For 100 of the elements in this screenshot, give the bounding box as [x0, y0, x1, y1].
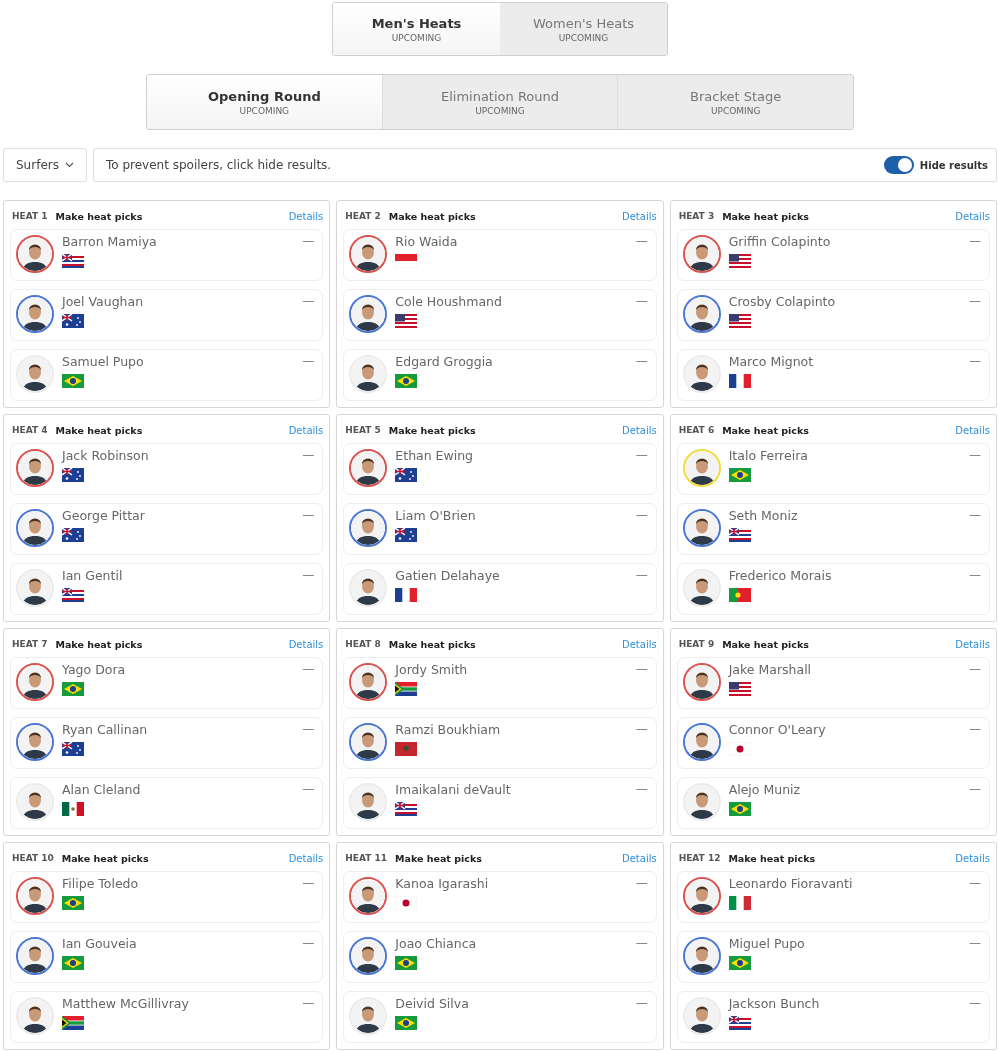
brazil-flag-icon: [728, 802, 751, 816]
details-link[interactable]: Details: [622, 638, 657, 650]
surfer-row[interactable]: Imaikalani deVault —: [343, 777, 657, 829]
surfer-row[interactable]: Italo Ferreira —: [676, 443, 990, 495]
japan-flag-icon: [728, 742, 751, 756]
result-dash: —: [302, 568, 315, 582]
surfer-row[interactable]: Cole Houshmand —: [343, 289, 657, 341]
surfer-row[interactable]: Frederico Morais —: [676, 563, 990, 615]
heat-title: HEAT 8: [345, 639, 381, 649]
surfer-row[interactable]: Deivid Silva —: [343, 991, 657, 1043]
surfer-row[interactable]: Jordy Smith —: [343, 657, 657, 709]
result-dash: —: [635, 508, 648, 522]
surfer-row[interactable]: Joao Chianca —: [343, 931, 657, 983]
surfer-name: Barron Mamiya: [62, 234, 158, 249]
hawaii-flag-icon: [728, 1016, 751, 1030]
surfer-row[interactable]: Barron Mamiya —: [10, 229, 324, 281]
surfer-name: Matthew McGillivray: [62, 996, 190, 1011]
surfer-row[interactable]: Jake Marshall —: [676, 657, 990, 709]
surfer-row[interactable]: Alan Cleland —: [10, 777, 324, 829]
heat-title: HEAT 5: [345, 425, 381, 435]
surfer-row[interactable]: Connor O'Leary —: [676, 717, 990, 769]
result-dash: —: [302, 782, 315, 796]
surfer-name: Frederico Morais: [728, 568, 833, 583]
details-link[interactable]: Details: [288, 424, 324, 436]
surfer-row[interactable]: Crosby Colapinto —: [676, 289, 990, 341]
australia-flag-icon: [62, 314, 84, 328]
surfer-row[interactable]: Jackson Bunch —: [676, 991, 990, 1043]
tab[interactable]: Women's Heats UPCOMING: [500, 3, 667, 55]
details-link[interactable]: Details: [955, 424, 990, 436]
result-dash: —: [969, 294, 981, 308]
surfer-row[interactable]: Kanoa Igarashi —: [343, 871, 657, 923]
surfer-name: Liam O'Brien: [395, 508, 477, 523]
surfer-name: Rio Waida: [395, 234, 459, 249]
details-link[interactable]: Details: [955, 638, 990, 650]
details-link[interactable]: Details: [288, 852, 324, 864]
heat-picks-label: Make heat picks: [55, 424, 143, 436]
heat-picks-label: Make heat picks: [55, 638, 143, 650]
result-dash: —: [969, 508, 981, 522]
hawaii-flag-icon: [728, 528, 751, 542]
surfer-row[interactable]: Alejo Muniz —: [676, 777, 990, 829]
details-link[interactable]: Details: [622, 210, 657, 222]
details-link[interactable]: Details: [955, 210, 990, 222]
toggle-switch[interactable]: [883, 156, 914, 174]
france-flag-icon: [395, 588, 418, 602]
surfer-row[interactable]: George Pittar —: [10, 503, 324, 555]
surfer-row[interactable]: Ryan Callinan —: [10, 717, 324, 769]
surfer-row[interactable]: Jack Robinson —: [10, 443, 324, 495]
result-dash: —: [969, 936, 981, 950]
surfer-row[interactable]: Samuel Pupo —: [10, 349, 324, 401]
surfer-row[interactable]: Matthew McGillivray —: [10, 991, 324, 1043]
surfer-name: Jake Marshall: [728, 662, 813, 677]
surfer-row[interactable]: Seth Moniz —: [676, 503, 990, 555]
surfer-row[interactable]: Liam O'Brien —: [343, 503, 657, 555]
surfer-row[interactable]: Joel Vaughan —: [10, 289, 324, 341]
surfer-name: Imaikalani deVault: [395, 782, 512, 797]
details-link[interactable]: Details: [955, 852, 990, 864]
surfer-row[interactable]: Marco Mignot —: [676, 349, 990, 401]
portugal-flag-icon: [728, 588, 751, 602]
details-link[interactable]: Details: [622, 852, 657, 864]
australia-flag-icon: [62, 528, 84, 542]
surfer-row[interactable]: Edgard Groggia —: [343, 349, 657, 401]
surfer-name: Seth Moniz: [728, 508, 799, 523]
surfer-name: Filipe Toledo: [62, 876, 140, 891]
south-africa-flag-icon: [395, 682, 418, 696]
surfer-row[interactable]: Griffin Colapinto —: [676, 229, 990, 281]
brazil-flag-icon: [395, 1016, 418, 1030]
surfer-row[interactable]: Yago Dora —: [10, 657, 324, 709]
details-link[interactable]: Details: [288, 210, 324, 222]
surfer-row[interactable]: Rio Waida —: [343, 229, 657, 281]
tab[interactable]: Bracket Stage UPCOMING: [617, 75, 853, 129]
surfer-row[interactable]: Ethan Ewing —: [343, 443, 657, 495]
surfer-row[interactable]: Filipe Toledo —: [10, 871, 324, 923]
result-dash: —: [969, 782, 981, 796]
details-link[interactable]: Details: [288, 638, 324, 650]
surfer-row[interactable]: Leonardo Fioravanti —: [676, 871, 990, 923]
brazil-flag-icon: [62, 682, 84, 696]
details-link[interactable]: Details: [622, 424, 657, 436]
usa-flag-icon: [728, 314, 751, 328]
mexico-flag-icon: [62, 802, 84, 816]
surfer-row[interactable]: Ian Gouveia —: [10, 931, 324, 983]
heat-title: HEAT 6: [678, 425, 715, 435]
result-dash: —: [635, 936, 648, 950]
result-dash: —: [969, 662, 981, 676]
surfer-row[interactable]: Miguel Pupo —: [676, 931, 990, 983]
tab[interactable]: Elimination Round UPCOMING: [381, 75, 618, 129]
result-dash: —: [635, 354, 648, 368]
surfer-row[interactable]: Ian Gentil —: [10, 563, 324, 615]
tab[interactable]: Men's Heats UPCOMING: [333, 3, 500, 55]
surfer-row[interactable]: Gatien Delahaye —: [343, 563, 657, 615]
chevron-down-icon: [64, 162, 74, 168]
surfers-dropdown[interactable]: Surfers: [3, 148, 87, 182]
tab[interactable]: Opening Round UPCOMING: [147, 75, 382, 129]
heat-title: HEAT 3: [678, 211, 715, 221]
surfer-row[interactable]: Ramzi Boukhiam —: [343, 717, 657, 769]
result-dash: —: [969, 234, 981, 248]
result-dash: —: [969, 448, 981, 462]
result-dash: —: [635, 782, 648, 796]
surfer-name: Ethan Ewing: [395, 448, 475, 463]
heat-title: HEAT 7: [12, 639, 48, 649]
surfer-name: Gatien Delahaye: [395, 568, 501, 583]
